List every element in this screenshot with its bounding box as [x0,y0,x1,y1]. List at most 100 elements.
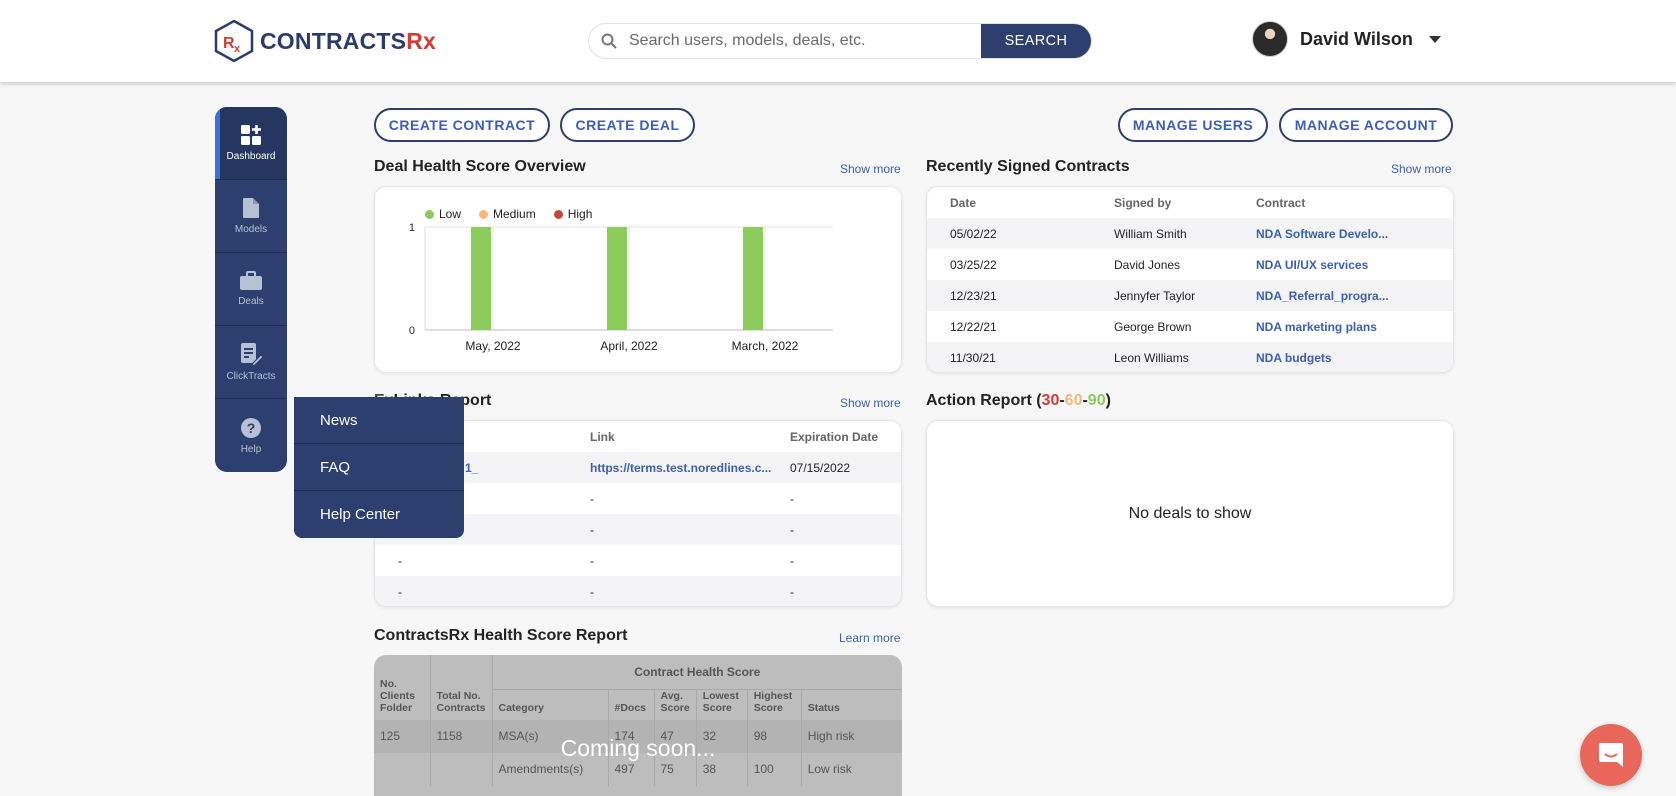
user-menu[interactable]: David Wilson [1252,21,1441,57]
health-report-card: No. Clients Folder Total No. Contracts C… [374,655,902,796]
user-name: David Wilson [1300,28,1413,49]
menu-item-help-center[interactable]: Help Center [294,491,464,538]
dashboard-icon [241,125,261,145]
column-header: Expiration Date [790,429,879,444]
x-tick-label: May, 2022 [465,339,520,353]
y-tick-label: 0 [409,325,415,337]
column-header: Link [590,429,615,444]
deal-health-title: Deal Health Score Overview [374,158,586,175]
sidebar-item-label: Models [234,224,268,235]
search-input[interactable] [629,24,981,58]
create-contract-button[interactable]: CREATE CONTRACT [374,108,550,142]
table-cell: 12/23/21 [927,280,1114,311]
table-cell: - [590,491,594,506]
column-header: Highest Score [747,689,802,720]
table-row: 12/23/21 Jennyfer Taylor NDA_Referral_prog… [927,280,1453,311]
deal-health-show-more[interactable]: Show more [840,162,901,176]
document-icon [243,198,259,218]
action-report-title: Action Report (30-60-90) [926,392,1111,409]
signed-show-more[interactable]: Show more [1391,162,1452,176]
column-header: No. Clients Folder [374,655,431,720]
sidebar-item-label: Help [240,443,262,455]
sidebar-item-deals[interactable]: Deals [215,253,287,326]
chat-button[interactable] [1580,724,1642,786]
table-cell: - [790,576,901,606]
table-cell: David Jones [1114,257,1181,272]
table-row: 03/25/22 David Jones NDA UI/UX services [927,249,1453,280]
bar-low [743,227,763,330]
help-flyout-menu: News FAQ Help Center [294,397,464,538]
table-cell: - [398,553,402,568]
logo-icon: R x [214,19,254,63]
table-row: 12/22/21 George Brown NDA marketing plans [927,311,1453,342]
search-icon [589,24,629,58]
logo-text: CONTRACTSRx [260,27,436,54]
table-row: 05/02/22 William Smith NDA Software Develo… [927,218,1453,249]
health-report-title: ContractsRx Health Score Report [374,627,628,644]
menu-item-news[interactable]: News [294,397,464,444]
manage-account-button[interactable]: MANAGE ACCOUNT [1279,108,1453,142]
table-cell: Leon Williams [1114,342,1256,372]
contract-link[interactable]: NDA budgets [1256,342,1453,372]
menu-item-faq[interactable]: FAQ [294,444,464,491]
table-cell: Jennyfer Taylor [1114,280,1256,311]
table-row: --- [375,545,901,576]
x-tick-label: March, 2022 [732,339,799,353]
sidebar-item-dashboard[interactable]: Dashboard [215,107,287,180]
column-header: Avg. Score [654,689,697,720]
table-cell: 11/30/21 [927,342,1114,372]
search-bar: SEARCH [588,23,1092,59]
sidebar-item-clicktracts[interactable]: ClickTracts [215,326,287,399]
column-header: Total No. Contracts [430,655,493,720]
manage-users-button[interactable]: MANAGE USERS [1118,108,1268,142]
sidebar-item-models[interactable]: Models [215,180,287,253]
table-cell: 03/25/22 [950,257,997,272]
sidebar-item-help[interactable]: ? Help [215,399,287,472]
contract-link[interactable]: NDA marketing plans [1256,311,1453,342]
column-header: Status [807,701,840,714]
coming-soon-overlay: Coming soon... [560,735,716,761]
x-tick-label: April, 2022 [600,339,658,353]
contract-link[interactable]: NDA Software Develo... [1256,218,1453,249]
sidebar: Dashboard Models Deals ClickTracts ? Hel… [215,107,287,472]
bar-low [607,227,627,330]
table-cell: - [590,576,790,606]
avatar [1252,21,1288,57]
health-table: No. Clients Folder Total No. Contracts C… [374,655,902,786]
sign-document-icon [241,343,263,366]
table-row: --- [375,576,901,606]
table-cell: 12/22/21 [950,319,997,334]
table-cell: - [590,514,790,545]
health-learn-more[interactable]: Learn more [839,631,900,645]
sidebar-item-label: ClickTracts [226,371,276,382]
action-report-card: No deals to show [926,420,1454,607]
chevron-down-icon [1428,35,1441,43]
contract-link[interactable]: NDA UI/UX services [1256,249,1453,280]
signed-title: Recently Signed Contracts [926,158,1130,175]
table-cell: - [790,553,794,568]
search-button[interactable]: SEARCH [981,24,1091,58]
signed-table: Date Signed by Contract 05/02/22 William … [927,187,1453,372]
table-row: 11/30/21 Leon Williams NDA budgets [927,342,1453,372]
y-tick-label: 1 [409,222,415,234]
link-url[interactable]: https://terms.test.noredlines.c... [590,452,790,483]
table-cell: 07/15/2022 [790,452,901,483]
column-header: Signed by [1114,195,1172,210]
column-header: Category [492,689,609,720]
chat-icon [1599,743,1623,767]
deal-health-chart: 1 0 May, 2022 April, 2022 March, 2022 [409,222,833,353]
links-show-more[interactable]: Show more [840,396,901,410]
column-header: #Docs [608,689,655,720]
create-deal-button[interactable]: CREATE DEAL [560,108,695,142]
logo[interactable]: R x CONTRACTSRx [214,18,436,64]
signed-card: Date Signed by Contract 05/02/22 William … [926,186,1454,373]
column-header: Contract [1256,195,1306,210]
svg-text:x: x [234,43,241,55]
table-cell: - [590,553,594,568]
table-cell: - [790,514,901,545]
top-bar: R x CONTRACTSRx SEARCH David Wilson [0,0,1676,82]
table-cell: 05/02/22 [927,218,1114,249]
column-header: Lowest Score [696,689,748,720]
contract-link[interactable]: NDA_Referral_progra... [1256,280,1453,311]
sidebar-item-label: Dashboard [226,151,276,162]
